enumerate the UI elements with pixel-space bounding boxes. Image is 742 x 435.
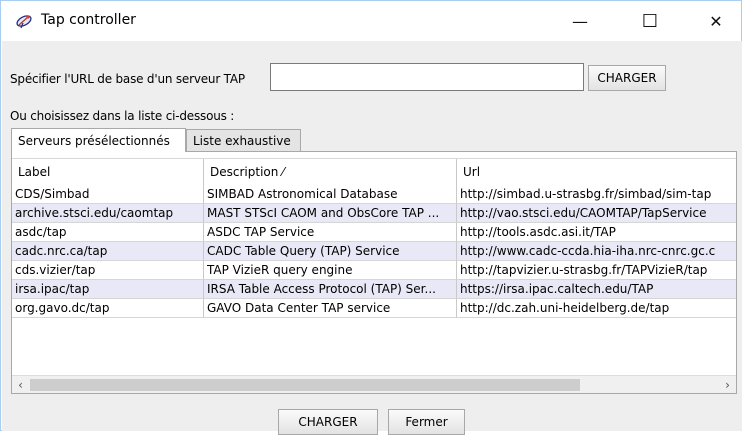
- column-header-description[interactable]: Description ⁄: [204, 159, 457, 185]
- table-row[interactable]: archive.stsci.edu/caomtap MAST STScI CAO…: [12, 204, 736, 223]
- cell-url: http://dc.zah.uni-heidelberg.de/tap: [457, 299, 736, 318]
- tab-preselected-servers[interactable]: Serveurs présélectionnés: [11, 128, 186, 152]
- cell-label: cds.vizier/tap: [12, 261, 204, 280]
- cell-url: http://tapvizier.u-strasbg.fr/TAPVizieR/…: [457, 261, 736, 280]
- load-selected-button[interactable]: CHARGER: [278, 409, 378, 435]
- cell-url: http://tools.asdc.asi.it/TAP: [457, 223, 736, 242]
- table-row[interactable]: CDS/Simbad SIMBAD Astronomical Database …: [12, 185, 736, 204]
- servers-table: Label Description ⁄ Url CDS/Simbad SIMBA…: [11, 151, 737, 394]
- cell-label: asdc/tap: [12, 223, 204, 242]
- column-header-url[interactable]: Url: [457, 159, 736, 185]
- column-header-label[interactable]: Label: [12, 159, 204, 185]
- server-url-input[interactable]: [270, 63, 584, 91]
- tab-exhaustive-list[interactable]: Liste exhaustive: [186, 129, 301, 151]
- scroll-right-icon[interactable]: ›: [719, 376, 736, 393]
- cell-url: http://www.cadc-ccda.hia-iha.nrc-cnrc.gc…: [457, 242, 736, 261]
- scroll-left-icon[interactable]: ‹: [12, 376, 29, 393]
- cell-description: ASDC TAP Service: [204, 223, 457, 242]
- close-button[interactable]: Fermer: [388, 409, 465, 435]
- cell-label: CDS/Simbad: [12, 185, 204, 204]
- cell-label: cadc.nrc.ca/tap: [12, 242, 204, 261]
- choose-list-label: Ou choisissez dans la liste ci-dessous :: [10, 109, 235, 123]
- scrollbar-thumb[interactable]: [30, 379, 580, 391]
- tap-controller-window: Tap controller — ☐ ✕ Spécifier l'URL de …: [0, 0, 742, 435]
- title-bar[interactable]: Tap controller — ☐ ✕: [1, 1, 741, 41]
- minimize-button[interactable]: —: [557, 1, 603, 41]
- cell-label: archive.stsci.edu/caomtap: [12, 204, 204, 223]
- table-body: CDS/Simbad SIMBAD Astronomical Database …: [12, 185, 736, 318]
- table-row[interactable]: irsa.ipac/tap IRSA Table Access Protocol…: [12, 280, 736, 299]
- cell-description: GAVO Data Center TAP service: [204, 299, 457, 318]
- table-header: Label Description ⁄ Url: [12, 158, 736, 186]
- table-row[interactable]: asdc/tap ASDC TAP Service http://tools.a…: [12, 223, 736, 242]
- table-row[interactable]: cadc.nrc.ca/tap CADC Table Query (TAP) S…: [12, 242, 736, 261]
- cell-description: IRSA Table Access Protocol (TAP) Ser...: [204, 280, 457, 299]
- cell-url: http://simbad.u-strasbg.fr/simbad/sim-ta…: [457, 185, 736, 204]
- cell-label: org.gavo.dc/tap: [12, 299, 204, 318]
- cell-description: TAP VizieR query engine: [204, 261, 457, 280]
- table-row[interactable]: cds.vizier/tap TAP VizieR query engine h…: [12, 261, 736, 280]
- horizontal-scrollbar[interactable]: ‹ ›: [12, 375, 736, 393]
- satellite-dish-icon: [15, 13, 33, 29]
- cell-url: http://vao.stsci.edu/CAOMTAP/TapService: [457, 204, 736, 223]
- cell-label: irsa.ipac/tap: [12, 280, 204, 299]
- cell-description: SIMBAD Astronomical Database: [204, 185, 457, 204]
- cell-description: MAST STScI CAOM and ObsCore TAP ...: [204, 204, 457, 223]
- maximize-button[interactable]: ☐: [627, 1, 673, 41]
- url-label: Spécifier l'URL de base d'un serveur TAP: [10, 72, 245, 86]
- load-url-button[interactable]: CHARGER: [588, 65, 666, 91]
- cell-description: CADC Table Query (TAP) Service: [204, 242, 457, 261]
- dialog-content: Spécifier l'URL de base d'un serveur TAP…: [2, 41, 742, 435]
- table-row[interactable]: org.gavo.dc/tap GAVO Data Center TAP ser…: [12, 299, 736, 318]
- cell-url: https://irsa.ipac.caltech.edu/TAP: [457, 280, 736, 299]
- window-title: Tap controller: [41, 12, 136, 28]
- close-window-button[interactable]: ✕: [693, 1, 739, 41]
